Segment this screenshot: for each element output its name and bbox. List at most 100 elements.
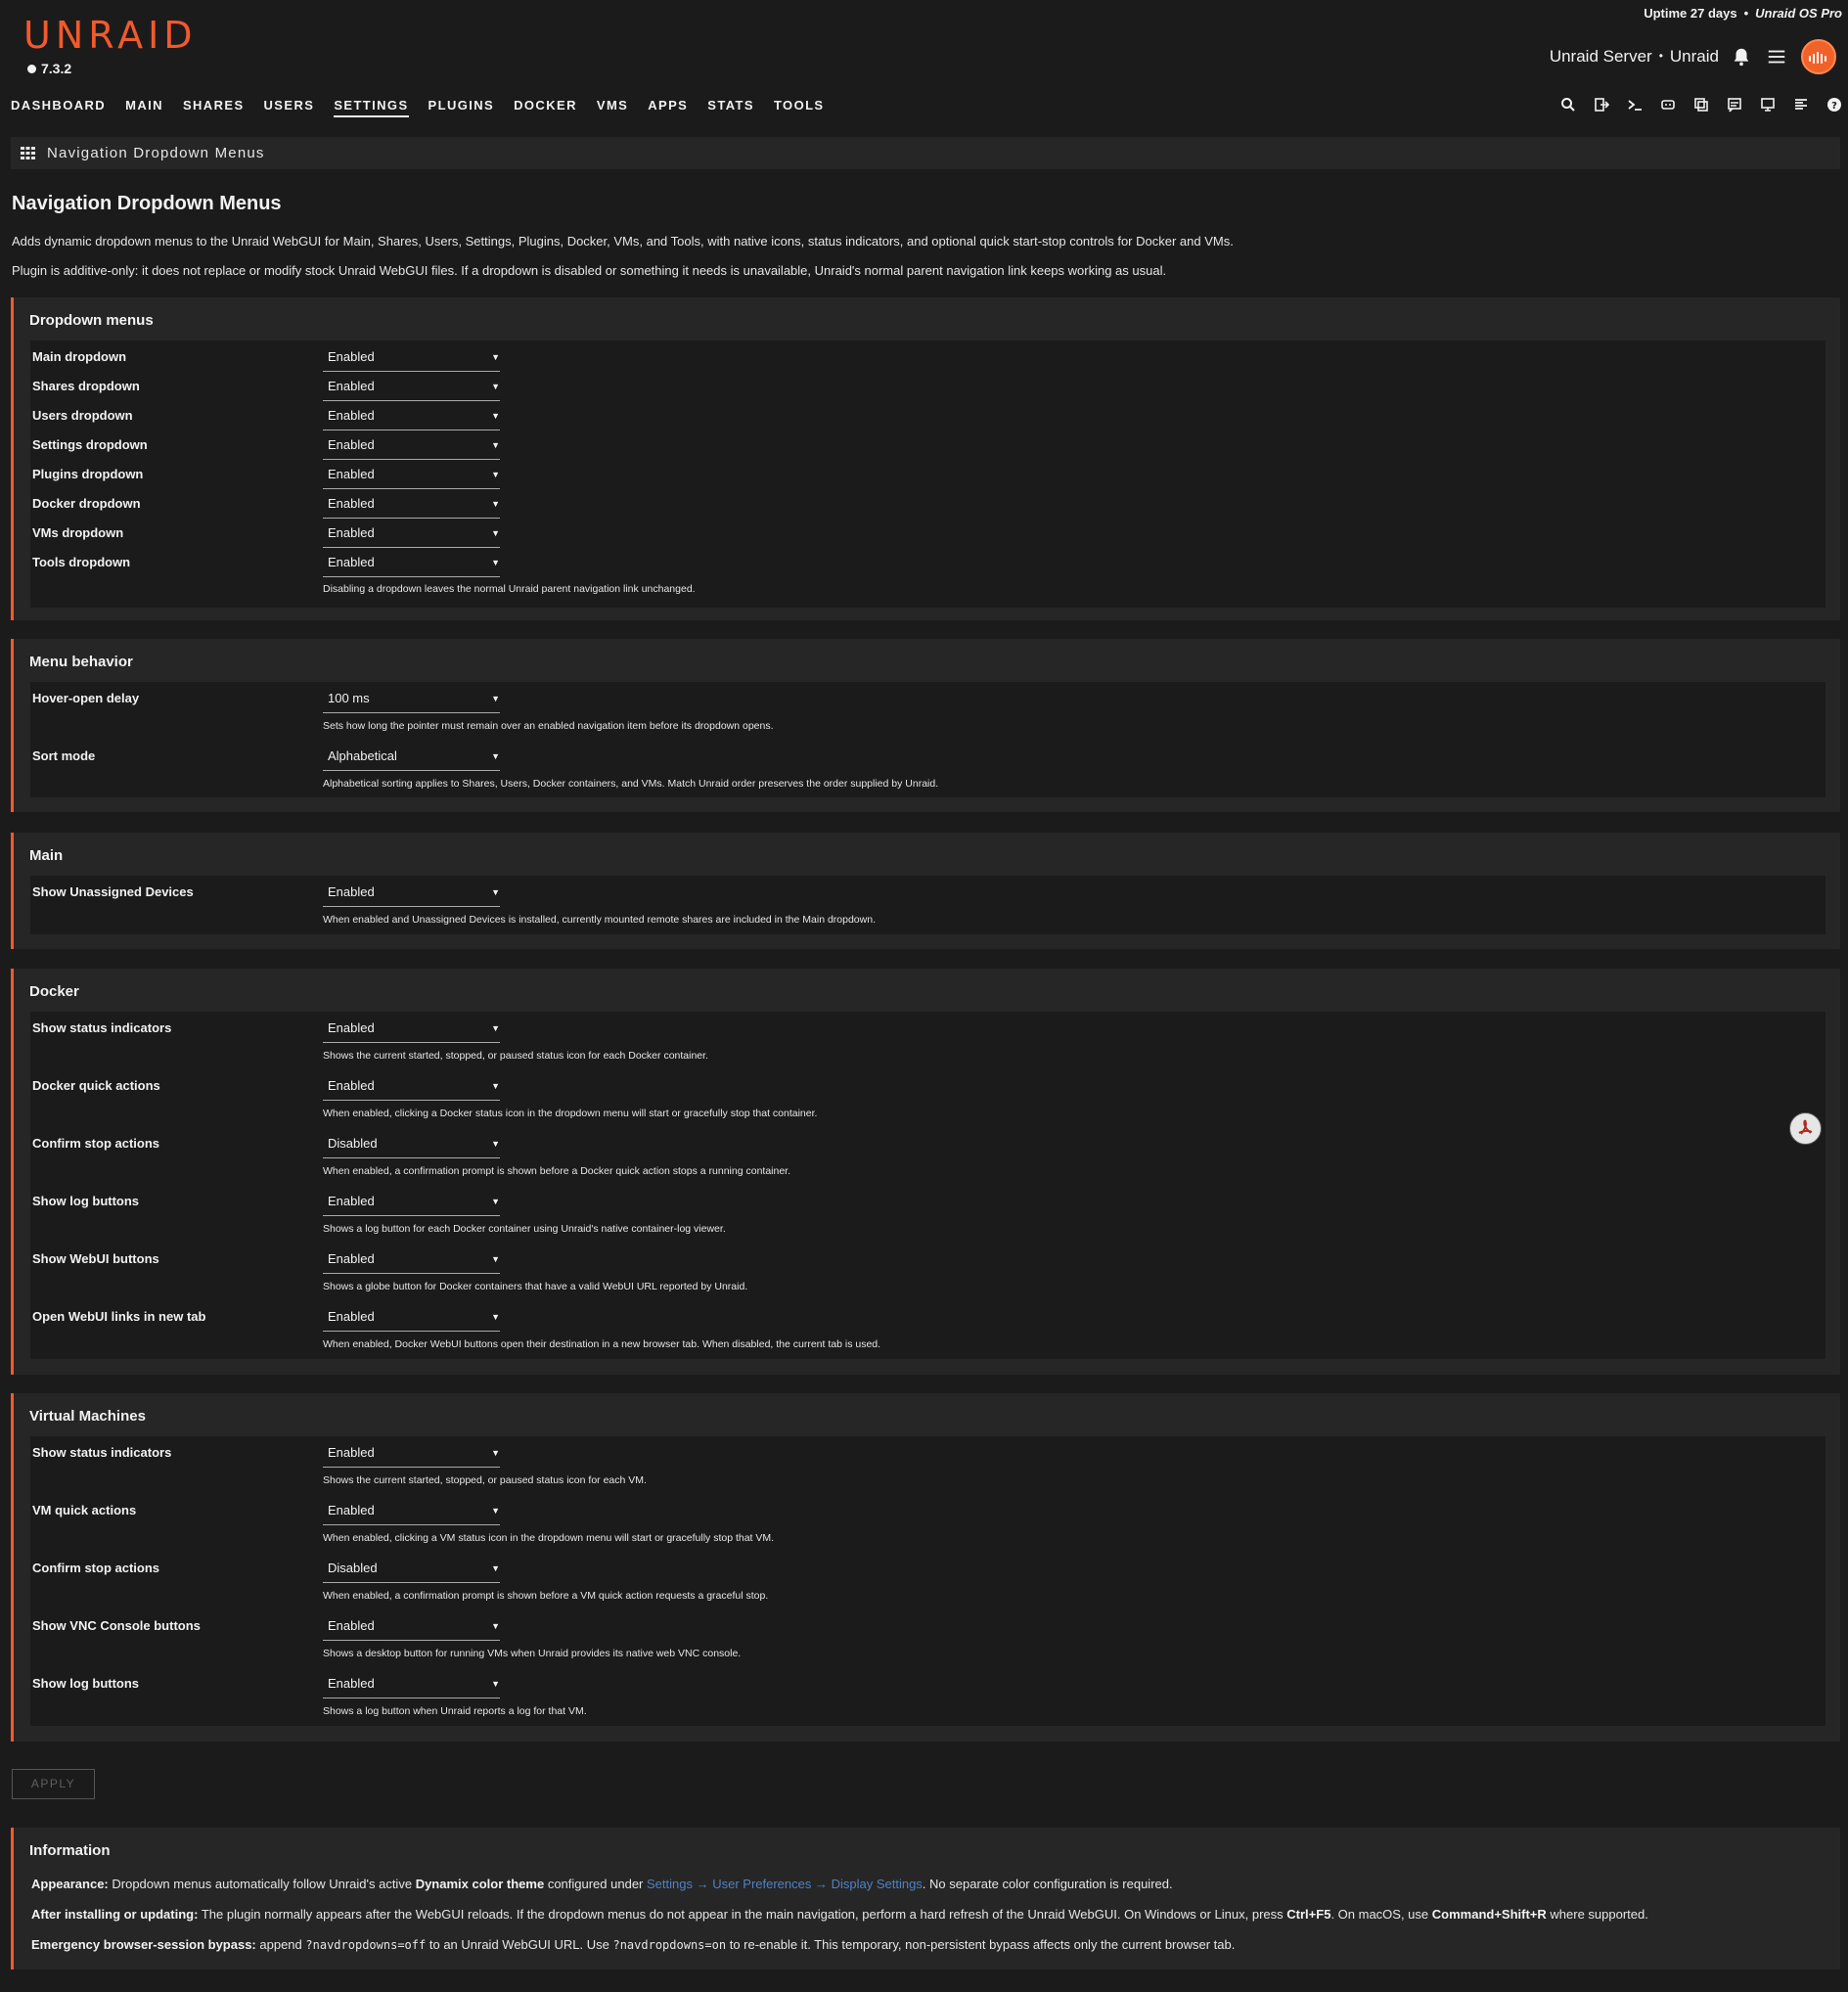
nav-users[interactable]: USERS bbox=[264, 98, 315, 117]
unraid-logo[interactable]: UNRAID bbox=[23, 14, 198, 57]
select-value: Enabled bbox=[328, 379, 375, 393]
select-value: Enabled bbox=[328, 1618, 375, 1633]
nav-shares[interactable]: SHARES bbox=[183, 98, 245, 117]
select-value: Disabled bbox=[328, 1561, 378, 1575]
setting-select[interactable]: Enabled ▼ bbox=[323, 405, 500, 430]
nav-dashboard[interactable]: DASHBOARD bbox=[11, 98, 106, 117]
info-bypass: Emergency browser-session bypass: append… bbox=[31, 1937, 1236, 1952]
server-name-line[interactable]: Unraid Server • Unraid bbox=[1550, 47, 1719, 67]
select-value: Enabled bbox=[328, 1503, 375, 1517]
select-value: Enabled bbox=[328, 1078, 375, 1093]
bell-icon[interactable] bbox=[1731, 46, 1752, 68]
caret-down-icon: ▼ bbox=[491, 1679, 500, 1689]
select-value: Enabled bbox=[328, 437, 375, 452]
select-value: 100 ms bbox=[328, 691, 370, 705]
section-information: Information Appearance: Dropdown menus a… bbox=[11, 1828, 1840, 1969]
setting-select[interactable]: Disabled ▼ bbox=[323, 1558, 500, 1583]
setting-help: When enabled, clicking a VM status icon … bbox=[323, 1532, 775, 1544]
section-main: Main Show Unassigned Devices Enabled ▼ When… bbox=[11, 833, 1840, 949]
setting-label: Show log buttons bbox=[32, 1676, 140, 1691]
avatar[interactable] bbox=[1801, 39, 1836, 74]
setting-help: Alphabetical sorting applies to Shares, … bbox=[323, 778, 939, 790]
nav-apps[interactable]: APPS bbox=[648, 98, 688, 117]
setting-select[interactable]: Alphabetical ▼ bbox=[323, 746, 500, 771]
select-value: Enabled bbox=[328, 884, 375, 899]
caret-down-icon: ▼ bbox=[491, 499, 500, 509]
copy-icon[interactable] bbox=[1693, 97, 1709, 113]
select-value: Alphabetical bbox=[328, 748, 397, 763]
setting-select[interactable]: 100 ms ▼ bbox=[323, 688, 500, 713]
setting-select[interactable]: Enabled ▼ bbox=[323, 1306, 500, 1332]
display-icon[interactable] bbox=[1760, 97, 1776, 113]
setting-label: VMs dropdown bbox=[32, 525, 124, 540]
nav-plugins[interactable]: PLUGINS bbox=[428, 98, 495, 117]
setting-select[interactable]: Enabled ▼ bbox=[323, 1500, 500, 1525]
toolbar-icons: ? bbox=[1560, 97, 1842, 113]
select-value: Enabled bbox=[328, 555, 375, 569]
logout-icon[interactable] bbox=[1594, 97, 1609, 113]
setting-select[interactable]: Enabled ▼ bbox=[323, 1673, 500, 1698]
help-icon[interactable]: ? bbox=[1826, 97, 1842, 113]
section-dropdown-menus: Dropdown menus Main dropdown Enabled ▼ Shar… bbox=[11, 297, 1840, 620]
menu-icon[interactable] bbox=[1766, 46, 1787, 68]
terminal-icon[interactable] bbox=[1627, 97, 1643, 113]
caret-down-icon: ▼ bbox=[491, 887, 500, 897]
setting-select[interactable]: Enabled ▼ bbox=[323, 434, 500, 460]
setting-label: Tools dropdown bbox=[32, 555, 131, 569]
setting-label: Show status indicators bbox=[32, 1445, 172, 1460]
section-title: Information bbox=[29, 1842, 111, 1859]
setting-select[interactable]: Enabled ▼ bbox=[323, 1442, 500, 1468]
uptime: Uptime 27 days bbox=[1644, 6, 1737, 21]
caret-down-icon: ▼ bbox=[491, 694, 500, 703]
setting-select[interactable]: Enabled ▼ bbox=[323, 1018, 500, 1043]
select-value: Enabled bbox=[328, 496, 375, 511]
intro-paragraph-2: Plugin is additive-only: it does not rep… bbox=[12, 263, 1167, 278]
nav-docker[interactable]: DOCKER bbox=[514, 98, 577, 117]
setting-select[interactable]: Enabled ▼ bbox=[323, 552, 500, 577]
main-nav: DASHBOARD MAIN SHARES USERS SETTINGS PLUGINS D… bbox=[11, 98, 844, 117]
tab-title[interactable]: Navigation Dropdown Menus bbox=[47, 145, 265, 161]
setting-select[interactable]: Enabled ▼ bbox=[323, 1615, 500, 1641]
display-settings-link[interactable]: Settings → User Preferences → Display Se… bbox=[647, 1877, 923, 1891]
setting-select[interactable]: Enabled ▼ bbox=[323, 522, 500, 548]
log-icon[interactable] bbox=[1793, 97, 1809, 113]
setting-label: Settings dropdown bbox=[32, 437, 148, 452]
select-value: Enabled bbox=[328, 525, 375, 540]
setting-select[interactable]: Disabled ▼ bbox=[323, 1133, 500, 1158]
section-docker: Docker Show status indicators Enabled ▼ Sho… bbox=[11, 969, 1840, 1375]
nav-main[interactable]: MAIN bbox=[125, 98, 163, 117]
setting-label: Docker quick actions bbox=[32, 1078, 160, 1093]
setting-select[interactable]: Enabled ▼ bbox=[323, 346, 500, 372]
caret-down-icon: ▼ bbox=[491, 1139, 500, 1149]
version-label[interactable]: 7.3.2 bbox=[27, 61, 71, 76]
section-body: Show status indicators Enabled ▼ Shows the … bbox=[30, 1436, 1825, 1726]
pdf-icon bbox=[1798, 1119, 1813, 1135]
caret-down-icon: ▼ bbox=[491, 528, 500, 538]
nav-tools[interactable]: TOOLS bbox=[774, 98, 825, 117]
caret-down-icon: ▼ bbox=[491, 1448, 500, 1458]
setting-label: Users dropdown bbox=[32, 408, 133, 423]
setting-select[interactable]: Enabled ▼ bbox=[323, 464, 500, 489]
section-title: Dropdown menus bbox=[29, 312, 154, 329]
svg-text:?: ? bbox=[1831, 101, 1837, 112]
setting-select[interactable]: Enabled ▼ bbox=[323, 882, 500, 907]
nav-settings[interactable]: SETTINGS bbox=[334, 98, 409, 117]
nav-stats[interactable]: STATS bbox=[707, 98, 754, 117]
feedback-icon[interactable] bbox=[1660, 97, 1676, 113]
caret-down-icon: ▼ bbox=[491, 1023, 500, 1033]
setting-select[interactable]: Enabled ▼ bbox=[323, 1075, 500, 1101]
notes-icon[interactable] bbox=[1727, 97, 1742, 113]
pdf-button[interactable] bbox=[1789, 1112, 1822, 1145]
search-icon[interactable] bbox=[1560, 97, 1576, 113]
caret-down-icon: ▼ bbox=[491, 1506, 500, 1516]
nav-vms[interactable]: VMS bbox=[597, 98, 628, 117]
uptime-line: Uptime 27 days • Unraid OS Pro bbox=[1644, 6, 1842, 21]
setting-select[interactable]: Enabled ▼ bbox=[323, 1191, 500, 1216]
apply-button[interactable]: APPLY bbox=[12, 1769, 95, 1799]
setting-label: Hover-open delay bbox=[32, 691, 140, 705]
setting-select[interactable]: Enabled ▼ bbox=[323, 1248, 500, 1274]
select-value: Enabled bbox=[328, 1676, 375, 1691]
setting-select[interactable]: Enabled ▼ bbox=[323, 376, 500, 401]
setting-select[interactable]: Enabled ▼ bbox=[323, 493, 500, 519]
page-tab-bar: Navigation Dropdown Menus bbox=[11, 137, 1840, 169]
